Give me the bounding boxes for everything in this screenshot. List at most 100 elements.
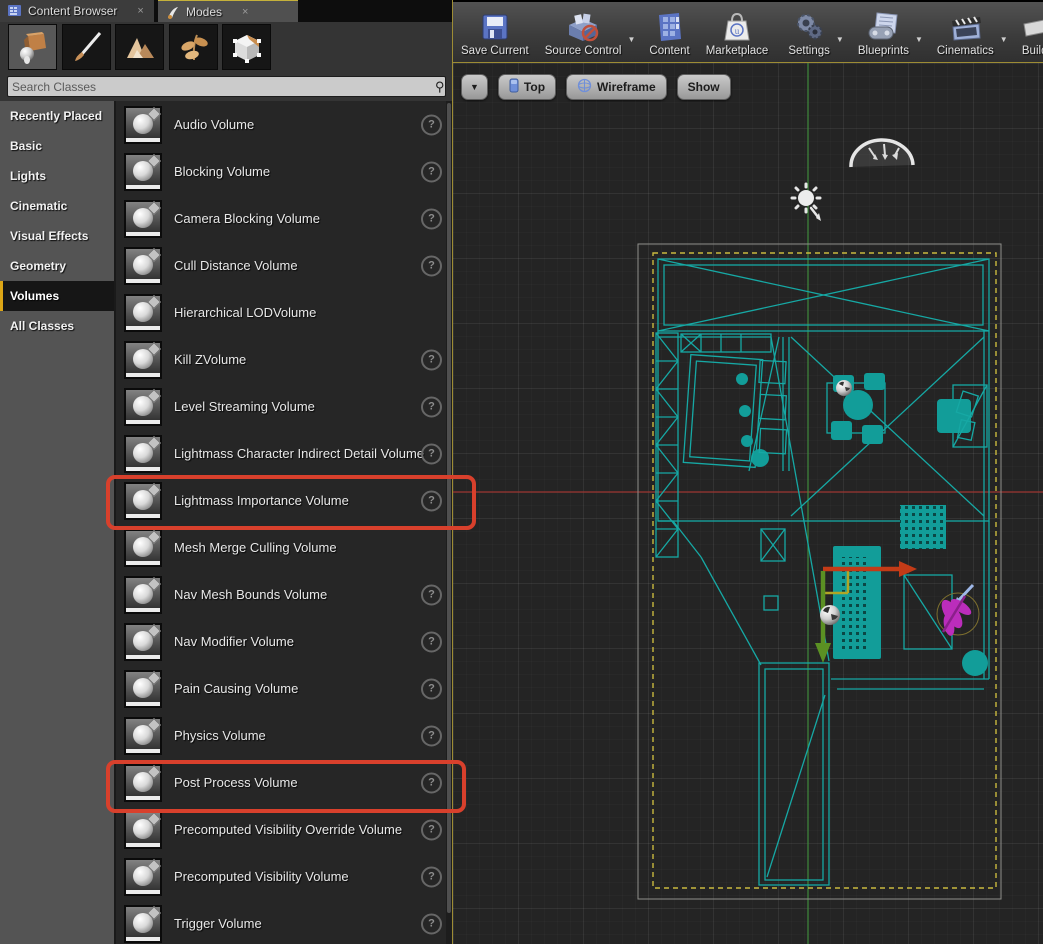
volume-list-item[interactable]: Kill ZVolume ? [116,336,452,383]
volume-list-item[interactable]: Cull Distance Volume ? [116,242,452,289]
volume-list-item[interactable]: Precomputed Visibility Override Volume ? [116,806,452,853]
content-button[interactable]: Content [641,2,697,62]
sidebar-category[interactable]: Visual Effects [0,221,114,251]
foliage-mode-icon [177,30,211,64]
volume-list-item[interactable]: Mesh Merge Culling Volume ? [116,524,452,571]
physics-volume-icon [124,717,162,755]
volume-label: Camera Blocking Volume [174,211,320,226]
flower-sprite[interactable] [937,585,979,637]
sidebar-category[interactable]: Geometry [0,251,114,281]
volume-label: Lightmass Importance Volume [174,493,349,508]
camera-blocking-volume-icon [124,200,162,238]
volume-list-item[interactable]: Level Streaming Volume ? [116,383,452,430]
help-icon[interactable]: ? [421,913,442,934]
source-control-dropdown-icon[interactable]: ▼ [627,35,635,44]
volume-list-item[interactable]: Camera Blocking Volume ? [116,195,452,242]
close-icon[interactable]: × [137,5,143,17]
volume-list-item[interactable]: Audio Volume ? [116,101,452,148]
sidebar-category[interactable]: Lights [0,161,114,191]
help-icon[interactable]: ? [421,490,442,511]
sidebar-category[interactable]: All Classes [0,311,114,341]
category-label: Visual Effects [10,229,88,243]
show-button[interactable]: Show [677,74,731,100]
thumbnail-base [126,467,160,471]
source-control-button[interactable]: Source Control [537,2,630,62]
content-browser-icon [8,5,22,17]
thumbnail-base [126,561,160,565]
volume-label: Kill ZVolume [174,352,246,367]
help-icon[interactable]: ? [421,114,442,135]
view-mode-label: Top [524,80,545,94]
help-icon[interactable]: ? [421,349,442,370]
volume-list-item[interactable]: Post Process Volume ? [116,759,452,806]
skylight-gauge-icon[interactable] [851,140,913,167]
save-current-button[interactable]: Save Current [453,2,537,62]
paint-mode-icon [70,30,104,64]
sidebar-category[interactable]: Cinematic [0,191,114,221]
settings-button[interactable]: Settings [780,2,838,62]
close-icon[interactable]: × [242,6,248,18]
level-viewport[interactable]: ▼ Top Wireframe Show [453,62,1043,944]
trigger-volume-icon [124,905,162,943]
help-icon[interactable]: ? [421,584,442,605]
help-icon[interactable]: ? [421,443,442,464]
magnifier-icon: ⚲ [430,79,445,95]
category-label: Volumes [10,289,59,303]
marketplace-button[interactable]: u Marketplace [698,2,777,62]
help-icon[interactable]: ? [421,255,442,276]
volume-list-item[interactable]: Precomputed Visibility Volume ? [116,853,452,900]
help-icon[interactable]: ? [421,725,442,746]
volume-list-item[interactable]: Trigger Volume ? [116,900,452,944]
build-icon [1022,11,1043,43]
blueprints-button[interactable]: Blueprints [850,2,917,62]
geometry-editing-mode-button[interactable] [222,24,271,70]
sidebar-category[interactable]: Recently Placed [0,101,114,131]
help-icon[interactable]: ? [421,678,442,699]
volume-label: Trigger Volume [174,916,262,931]
help-icon[interactable]: ? [421,866,442,887]
settings-dropdown-icon[interactable]: ▼ [836,35,844,44]
volume-list-item[interactable]: Nav Mesh Bounds Volume ? [116,571,452,618]
tab-modes[interactable]: Modes × [158,0,298,23]
sidebar-category[interactable]: Basic [0,131,114,161]
volume-label: Blocking Volume [174,164,270,179]
place-mode-button[interactable] [8,24,57,70]
help-icon[interactable]: ? [421,161,442,182]
volume-list-item[interactable]: Lightmass Importance Volume ? [116,477,452,524]
tab-content-browser[interactable]: Content Browser × [0,0,154,22]
help-icon[interactable]: ? [421,631,442,652]
help-icon[interactable]: ? [421,819,442,840]
volume-list-item[interactable]: Hierarchical LODVolume ? [116,289,452,336]
help-icon[interactable]: ? [421,396,442,417]
category-label: Cinematic [10,199,67,213]
viewport-options-button[interactable]: ▼ [461,74,488,100]
scrollbar-thumb[interactable] [447,103,451,913]
render-mode-button[interactable]: Wireframe [566,74,667,100]
directional-light-icon[interactable] [792,184,821,221]
volume-label: Hierarchical LODVolume [174,305,316,320]
help-icon[interactable]: ? [421,208,442,229]
volume-list-item[interactable]: Blocking Volume ? [116,148,452,195]
viewport-toolbar: ▼ Top Wireframe Show [461,74,731,100]
help-icon[interactable]: ? [421,772,442,793]
actor-sphere-icon[interactable] [820,605,840,625]
search-row: ⚲ [0,70,452,101]
cinematics-button[interactable]: Cinematics [929,2,1002,62]
landscape-mode-button[interactable] [115,24,164,70]
actor-sphere-icon[interactable] [836,380,852,396]
cinematics-dropdown-icon[interactable]: ▼ [1000,35,1008,44]
sidebar-category[interactable]: Volumes [0,281,114,311]
paint-mode-button[interactable] [62,24,111,70]
foliage-mode-button[interactable] [169,24,218,70]
volume-list-item[interactable]: Pain Causing Volume ? [116,665,452,712]
search-classes-input[interactable] [8,80,430,94]
search-classes-box[interactable]: ⚲ [7,76,446,97]
volume-list-item[interactable]: Lightmass Character Indirect Detail Volu… [116,430,452,477]
blueprints-dropdown-icon[interactable]: ▼ [915,35,923,44]
volume-list-item[interactable]: Nav Modifier Volume ? [116,618,452,665]
view-mode-button[interactable]: Top [498,74,556,100]
modes-icon [166,6,180,18]
build-button[interactable]: Build [1014,2,1043,62]
volume-label: Lightmass Character Indirect Detail Volu… [174,446,424,461]
volume-list-item[interactable]: Physics Volume ? [116,712,452,759]
